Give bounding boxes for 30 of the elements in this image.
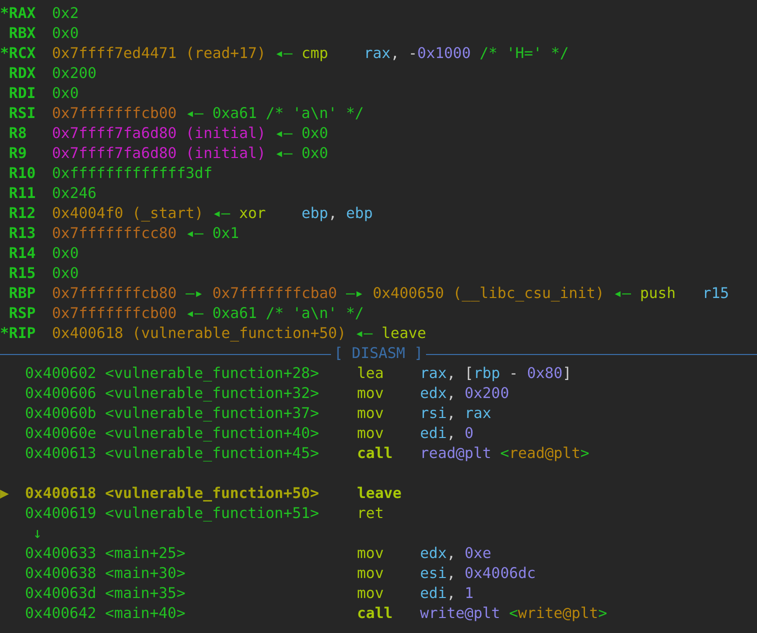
register-line: R14 0x0 <box>8 244 79 264</box>
register-line: R11 0x246 <box>8 184 97 204</box>
disassembly-line: 0x400633 <main+25> mov edx, 0xe <box>24 544 492 564</box>
disassembly-line: 0x40060b <vulnerable_function+37> mov rsi, rax <box>24 404 492 424</box>
disassembly-line: 0x400613 <vulnerable_function+45> call read@plt <read@plt> <box>24 444 590 464</box>
disassembly-line: 0x400638 <main+30> mov esi, 0x4006dc <box>24 564 536 584</box>
register-line: RBP 0x7fffffffcb80 —▸ 0x7fffffffcba0 —▸ 0x400650 (__libc_csu_init) ◂— push r15 <box>8 284 730 304</box>
jump-arrow-icon: ↓ <box>0 525 42 542</box>
register-line: R15 0x0 <box>8 264 79 284</box>
disassembly-line: 0x400602 <vulnerable_function+28> lea rax, [rbp - 0x80] <box>24 364 572 384</box>
register-line: *RIP 0x400618 (vulnerable_function+50) ◂— leave <box>0 324 426 344</box>
register-line: R8 0x7ffff7fa6d80 (initial) ◂— 0x0 <box>8 124 328 144</box>
disassembly-line: 0x40060e <vulnerable_function+40> mov edi, 0 <box>24 424 474 444</box>
disassembly-line: 0x40063d <main+35> mov edi, 1 <box>24 584 474 604</box>
register-line: R13 0x7fffffffcc80 ◂— 0x1 <box>8 224 240 244</box>
register-line: R12 0x4004f0 (_start) ◂— xor ebp, ebp <box>8 204 373 224</box>
disassembly-line: ▶ 0x400618 <vulnerable_function+50> leave <box>0 484 403 504</box>
register-line: RSI 0x7fffffffcb00 ◂— 0xa61 /* 'a\n' */ <box>8 104 364 124</box>
register-line: RDI 0x0 <box>8 84 79 104</box>
disassembly-line: 0x400619 <vulnerable_function+51> ret <box>24 504 385 524</box>
register-line: RDX 0x200 <box>8 64 97 84</box>
register-line: R10 0xfffffffffffff3df <box>8 164 212 184</box>
register-line: *RAX 0x2 <box>0 4 79 24</box>
disassembly-line: 0x400606 <vulnerable_function+32> mov edx, 0x200 <box>24 384 510 404</box>
register-line: RBX 0x0 <box>8 24 79 44</box>
register-line: RSP 0x7fffffffcb00 ◂— 0xa61 /* 'a\n' */ <box>8 304 364 324</box>
register-line: R9 0x7ffff7fa6d80 (initial) ◂— 0x0 <box>8 144 328 164</box>
section-header: [ DISASM ] <box>332 344 424 364</box>
register-line: *RCX 0x7ffff7ed4471 (read+17) ◂— cmp rax, -0x1000 /* 'H=' */ <box>0 44 569 64</box>
disassembly-line: 0x400642 <main+40> call write@plt <write@plt> <box>24 604 608 624</box>
